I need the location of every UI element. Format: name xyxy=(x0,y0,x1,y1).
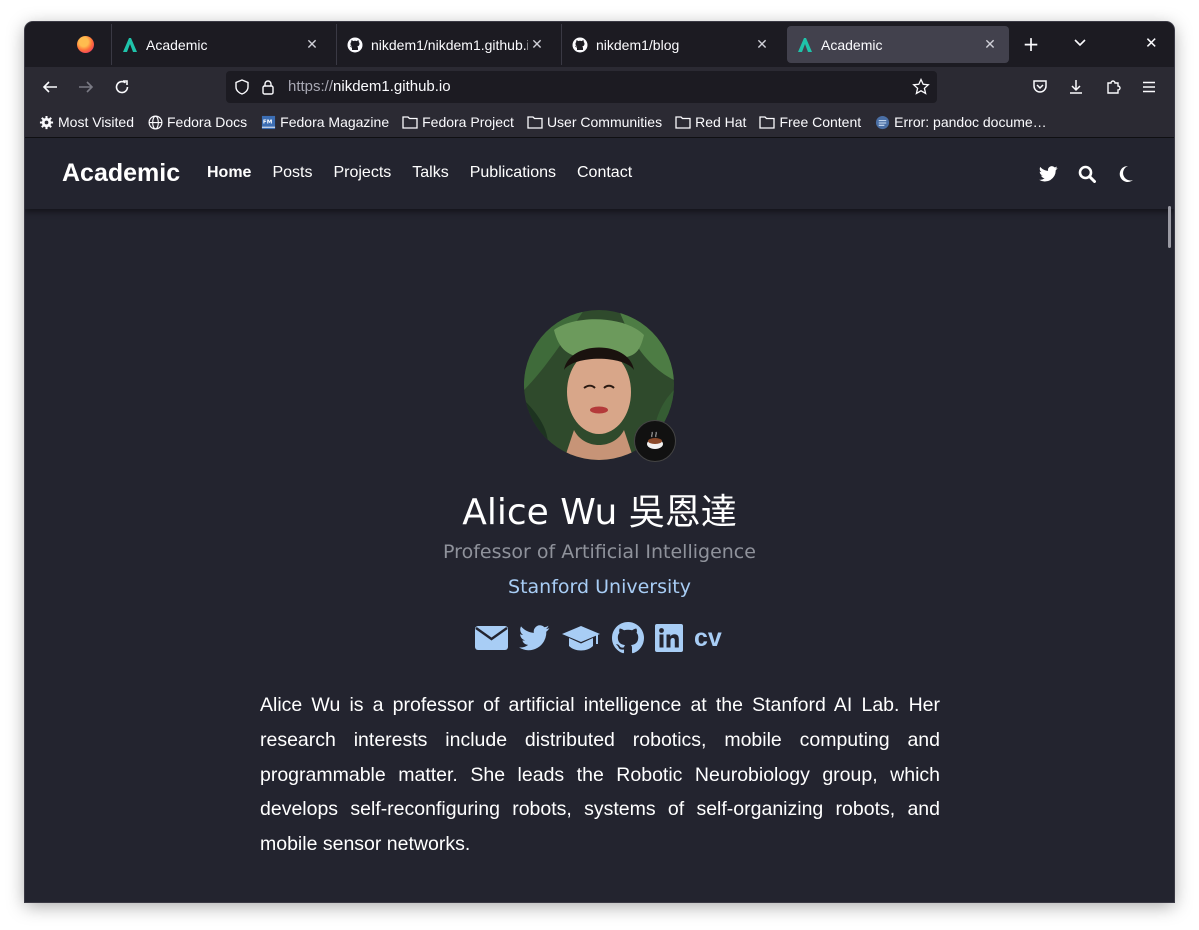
shield-icon[interactable] xyxy=(234,79,250,99)
search-icon[interactable] xyxy=(1077,164,1097,184)
moon-icon[interactable] xyxy=(1116,164,1136,184)
folder-icon xyxy=(402,114,418,130)
github-icon xyxy=(347,37,363,53)
url-host: nikdem1.github.io xyxy=(333,78,451,95)
twitter-icon[interactable] xyxy=(1038,164,1058,184)
bookmark-fedora-project[interactable]: Fedora Project xyxy=(402,114,514,130)
close-icon[interactable]: ✕ xyxy=(753,36,771,53)
globe-icon xyxy=(147,114,163,130)
folder-icon xyxy=(759,114,776,130)
menu-icon[interactable] xyxy=(1137,75,1161,99)
scrollbar-thumb[interactable] xyxy=(1168,206,1171,248)
menu-talks[interactable]: Talks xyxy=(412,164,448,182)
tab-title: Academic xyxy=(146,36,208,53)
page-icon xyxy=(874,114,890,130)
bookmark-label: Error: pandoc docume… xyxy=(894,114,1047,130)
tab-title: nikdem1/blog xyxy=(596,36,680,53)
profile-organization[interactable]: Stanford University xyxy=(25,576,1174,598)
bookmark-fedora-docs[interactable]: Fedora Docs xyxy=(147,114,247,130)
profile-avatar xyxy=(524,310,676,462)
url-bar[interactable]: https://nikdem1.github.io xyxy=(226,71,937,103)
bookmark-pandoc-error[interactable]: Error: pandoc docume… xyxy=(874,114,1047,130)
page-viewport: Academic Home Posts Projects Talks Publi… xyxy=(25,138,1174,902)
arrow-left-icon xyxy=(42,81,57,93)
site-menu: Home Posts Projects Talks Publications C… xyxy=(207,164,653,182)
tab-strip: Academic ✕ nikdem1/nikdem1.github.io ✕ n… xyxy=(25,22,1174,67)
bookmark-label: Most Visited xyxy=(58,114,134,130)
graduation-cap-icon[interactable] xyxy=(561,624,601,652)
tab-github-repo[interactable]: nikdem1/nikdem1.github.io ✕ xyxy=(336,24,556,65)
tab-academic-1[interactable]: Academic ✕ xyxy=(111,24,331,65)
twitter-icon[interactable] xyxy=(519,625,550,651)
new-tab-button[interactable]: + xyxy=(1021,32,1041,56)
academic-logo-icon xyxy=(122,37,138,53)
menu-publications[interactable]: Publications xyxy=(470,164,556,182)
profile-role: Professor of Artificial Intelligence xyxy=(443,541,756,563)
svg-text:FM: FM xyxy=(263,119,273,125)
reload-button[interactable] xyxy=(110,75,134,99)
cv-link[interactable]: cv xyxy=(694,624,722,653)
menu-contact[interactable]: Contact xyxy=(577,164,632,182)
tab-academic-active[interactable]: Academic ✕ xyxy=(787,26,1009,63)
close-icon[interactable]: ✕ xyxy=(528,36,546,53)
bookmark-label: Fedora Project xyxy=(422,114,514,130)
site-brand[interactable]: Academic xyxy=(62,159,180,188)
close-icon[interactable]: ✕ xyxy=(981,36,999,53)
download-icon[interactable] xyxy=(1064,75,1088,99)
fedora-magazine-icon: FM xyxy=(260,114,276,130)
navigation-toolbar: https://nikdem1.github.io xyxy=(25,67,1174,107)
bookmark-user-communities[interactable]: User Communities xyxy=(527,114,662,130)
tab-github-blog[interactable]: nikdem1/blog ✕ xyxy=(561,24,781,65)
back-button[interactable] xyxy=(38,75,62,99)
bookmark-label: Red Hat xyxy=(695,114,747,130)
lock-icon[interactable] xyxy=(261,79,275,99)
academic-logo-icon xyxy=(797,37,813,53)
profile-name: Alice Wu 吳恩達 xyxy=(462,492,737,533)
folder-icon xyxy=(675,114,691,130)
site-navbar: Academic Home Posts Projects Talks Publi… xyxy=(25,138,1174,209)
chevron-down-icon[interactable] xyxy=(1072,34,1088,50)
profile-bio: Alice Wu is a professor of artificial in… xyxy=(260,694,940,856)
bookmark-label: Free Content xyxy=(779,114,862,130)
bookmark-label: Fedora Magazine xyxy=(280,114,390,130)
bookmark-label: User Communities xyxy=(546,114,663,130)
firefox-icon[interactable] xyxy=(77,36,94,53)
arrow-right-icon xyxy=(79,81,94,93)
menu-posts[interactable]: Posts xyxy=(272,164,312,182)
menu-projects[interactable]: Projects xyxy=(333,164,391,182)
forward-button[interactable] xyxy=(74,75,98,99)
tab-title: Academic xyxy=(821,36,883,53)
envelope-icon[interactable] xyxy=(475,625,508,651)
browser-window: Academic ✕ nikdem1/nikdem1.github.io ✕ n… xyxy=(25,22,1174,902)
site-nav-icons xyxy=(1019,164,1136,184)
bookmark-red-hat[interactable]: Red Hat xyxy=(675,114,746,130)
gear-icon xyxy=(38,114,54,130)
tab-title: nikdem1/nikdem1.github.io xyxy=(371,36,528,53)
menu-home[interactable]: Home xyxy=(207,164,251,182)
bookmarks-toolbar: Most Visited Fedora Docs FM Fedora Magaz… xyxy=(25,107,1174,138)
window-close-button[interactable]: ✕ xyxy=(1145,34,1158,52)
coffee-icon xyxy=(634,420,676,462)
bookmark-fedora-magazine[interactable]: FM Fedora Magazine xyxy=(260,114,389,130)
bookmark-most-visited[interactable]: Most Visited xyxy=(38,114,134,130)
github-icon[interactable] xyxy=(612,622,644,654)
star-icon[interactable] xyxy=(912,77,930,100)
close-icon[interactable]: ✕ xyxy=(303,36,321,53)
extensions-icon[interactable] xyxy=(1101,75,1125,99)
bookmark-free-content[interactable]: Free Content xyxy=(759,114,861,130)
url-text[interactable]: https://nikdem1.github.io xyxy=(288,78,451,95)
reload-icon xyxy=(115,80,129,94)
folder-icon xyxy=(527,114,543,130)
bookmark-label: Fedora Docs xyxy=(167,114,248,130)
github-icon xyxy=(572,37,588,53)
url-protocol: https:// xyxy=(288,78,334,95)
pocket-icon[interactable] xyxy=(1028,75,1052,99)
linkedin-icon[interactable] xyxy=(655,624,683,652)
social-links: cv xyxy=(475,622,733,654)
